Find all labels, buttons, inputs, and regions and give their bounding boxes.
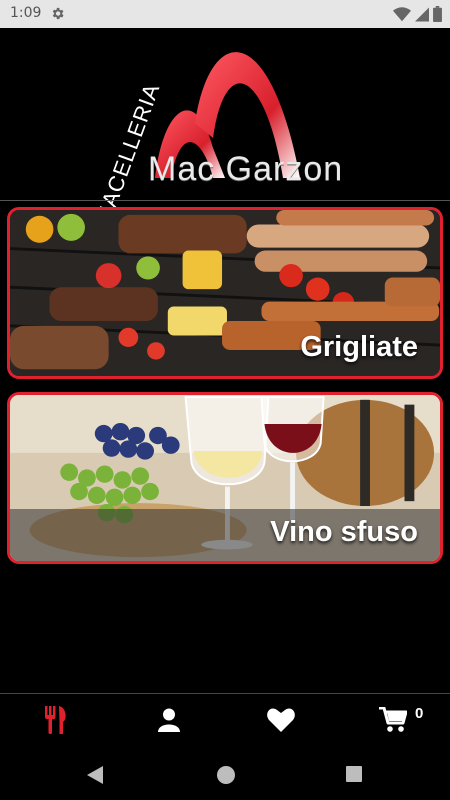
category-label-vino-sfuso: Vino sfuso <box>270 516 418 548</box>
bottom-tab-bar <box>0 694 450 750</box>
app-header: MACELLERIA Mac Garzon <box>0 28 450 229</box>
system-nav-bar <box>0 750 450 800</box>
tab-favorites[interactable] <box>261 706 301 738</box>
category-card-vino-sfuso[interactable]: Vino sfuso <box>7 392 443 564</box>
home-icon[interactable] <box>216 765 236 790</box>
cart-count-badge: 0 <box>415 705 424 722</box>
user-icon <box>158 708 180 737</box>
status-time: 1:09 <box>10 5 42 21</box>
back-icon[interactable] <box>86 765 104 790</box>
tab-account[interactable] <box>149 706 189 738</box>
recents-icon[interactable] <box>345 765 363 788</box>
cart-icon <box>379 706 408 738</box>
tab-cart[interactable] <box>373 706 413 738</box>
wifi-icon <box>393 6 411 26</box>
category-label-grigliate: Grigliate <box>300 331 418 363</box>
gear-icon <box>50 6 65 25</box>
logo-main-text: Mac Garzon <box>148 150 344 188</box>
tab-menu[interactable] <box>36 705 76 739</box>
fork-knife-icon <box>45 705 67 739</box>
status-bar: 1:09 <box>0 0 450 28</box>
header-divider <box>0 200 450 201</box>
heart-icon <box>267 708 295 737</box>
signal-icon <box>415 7 429 26</box>
battery-icon <box>433 6 442 26</box>
category-card-grigliate[interactable]: Grigliate <box>7 207 443 379</box>
